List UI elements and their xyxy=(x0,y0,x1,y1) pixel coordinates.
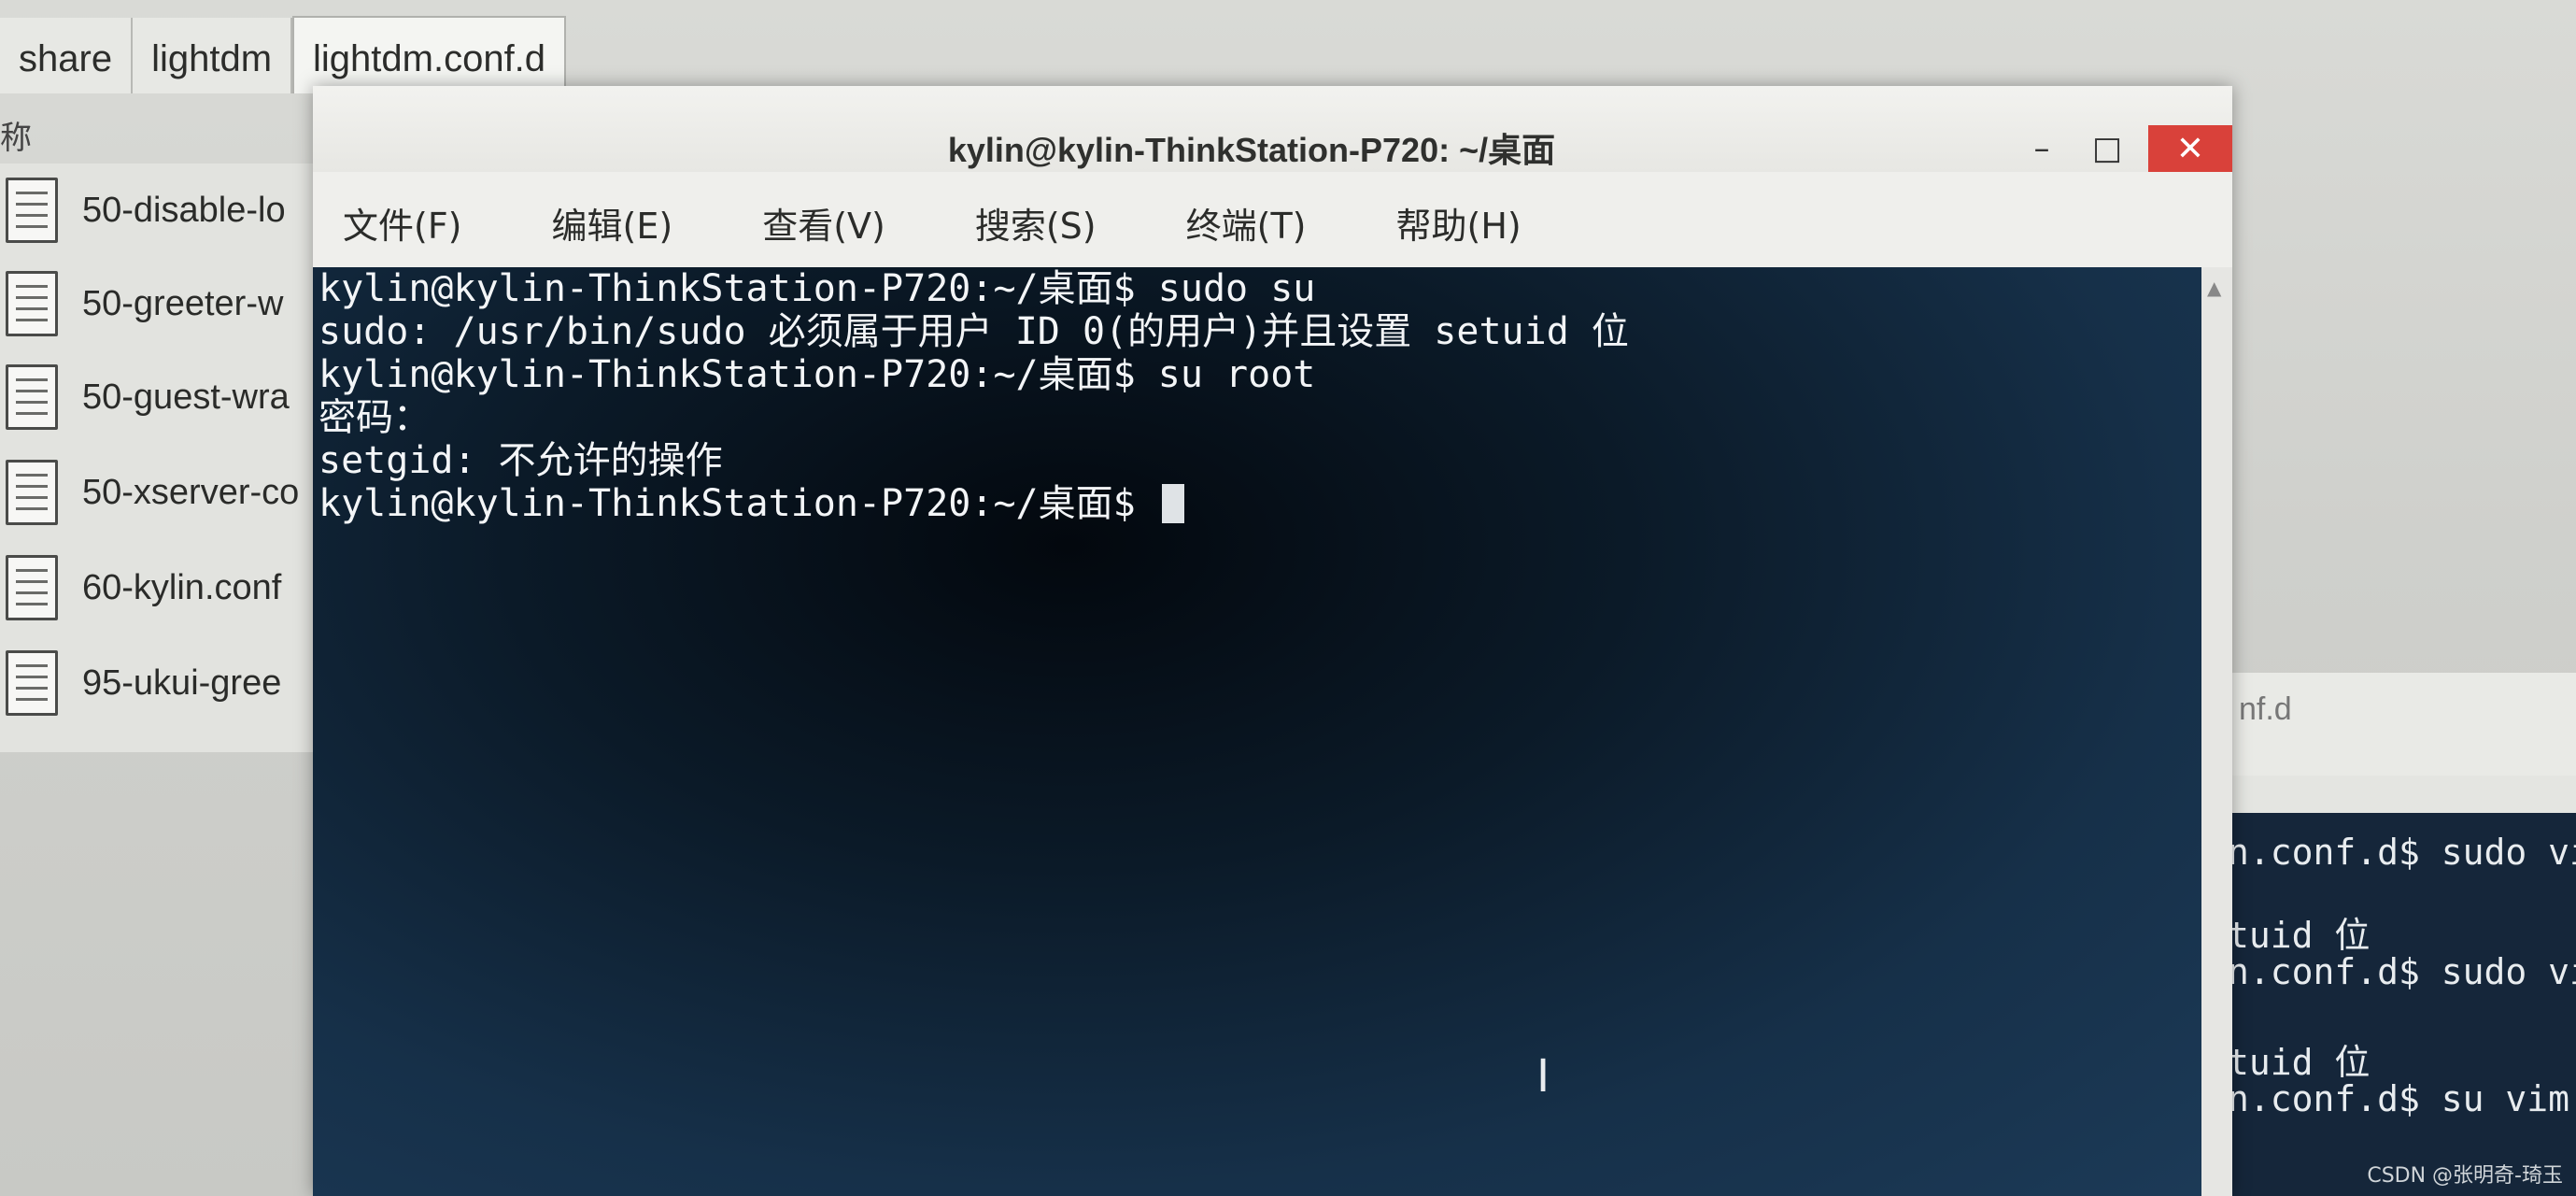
file-item[interactable]: 50-disable-lo xyxy=(0,164,336,257)
menu-edit[interactable]: 编辑(E) xyxy=(552,197,673,249)
terminal-scrollbar[interactable]: ▲ xyxy=(2201,267,2232,1196)
text-file-icon xyxy=(6,271,58,336)
file-item[interactable]: 60-kylin.conf xyxy=(0,541,336,634)
background-terminal-window[interactable]: nf.d n.conf.d$ sudo vim tuid 位 n.conf.d$… xyxy=(2228,673,2576,1196)
menu-help[interactable]: 帮助(H) xyxy=(1396,197,1522,249)
window-title: kylin@kylin-ThinkStation-P720: ~/桌面 xyxy=(947,131,1556,169)
terminal-line: 密码： xyxy=(318,396,431,439)
text-file-icon xyxy=(6,460,58,525)
file-name: 50-greeter-w xyxy=(82,283,284,323)
maximize-button[interactable]: □ xyxy=(2069,125,2145,172)
terminal-line: tuid 位 xyxy=(2228,1042,2371,1083)
breadcrumb-lightdm[interactable]: lightdm xyxy=(133,18,293,93)
terminal-line: tuid 位 xyxy=(2228,915,2371,956)
menu-file[interactable]: 文件(F) xyxy=(343,197,462,249)
terminal-line: kylin@kylin-ThinkStation-P720:~/桌面$ sudo… xyxy=(318,267,1316,310)
text-cursor xyxy=(1161,484,1184,523)
background-terminal-area[interactable]: n.conf.d$ sudo vim tuid 位 n.conf.d$ sudo… xyxy=(2228,813,2576,1196)
file-list: 50-disable-lo 50-greeter-w 50-guest-wra … xyxy=(0,164,336,752)
terminal-line: n.conf.d$ sudo vim xyxy=(2228,832,2576,873)
menu-bar: 文件(F) 编辑(E) 查看(V) 搜索(S) 终端(T) 帮助(H) xyxy=(313,189,2232,256)
file-item[interactable]: 95-ukui-gree xyxy=(0,636,336,730)
window-titlebar[interactable]: kylin@kylin-ThinkStation-P720: ~/桌面 – □ … xyxy=(313,86,2232,172)
file-item[interactable]: 50-guest-wra xyxy=(0,350,336,444)
close-button[interactable]: ✕ xyxy=(2148,125,2232,172)
screen: share lightdm lightdm.conf.d 称 50-disabl… xyxy=(0,0,2576,1196)
background-window-title-text: nf.d xyxy=(2239,691,2292,727)
column-header-name[interactable]: 称 xyxy=(0,112,56,159)
breadcrumb-lightdm-conf-d[interactable]: lightdm.conf.d xyxy=(292,16,567,93)
file-manager-breadcrumbs: share lightdm lightdm.conf.d xyxy=(0,0,2576,93)
terminal-output-area[interactable]: kylin@kylin-ThinkStation-P720:~/桌面$ sudo… xyxy=(313,267,2201,1196)
menu-view[interactable]: 查看(V) xyxy=(762,197,885,249)
text-file-icon xyxy=(6,178,58,243)
breadcrumb-share[interactable]: share xyxy=(0,18,134,93)
background-window-title: nf.d xyxy=(2228,673,2576,776)
terminal-prompt: kylin@kylin-ThinkStation-P720:~/桌面$ xyxy=(318,482,1158,525)
terminal-line: n.conf.d$ sudo vim xyxy=(2228,951,2576,992)
ibeam-cursor-icon: I xyxy=(1536,1050,1550,1103)
menu-search[interactable]: 搜索(S) xyxy=(975,197,1097,249)
menu-terminal[interactable]: 终端(T) xyxy=(1186,197,1307,249)
file-name: 50-xserver-co xyxy=(82,472,300,512)
file-item[interactable]: 50-greeter-w xyxy=(0,257,336,350)
text-file-icon xyxy=(6,364,58,430)
file-name: 50-disable-lo xyxy=(82,190,286,230)
file-name: 50-guest-wra xyxy=(82,377,290,417)
file-item[interactable]: 50-xserver-co xyxy=(0,446,336,539)
scroll-up-arrow-icon[interactable]: ▲ xyxy=(2207,277,2221,299)
text-file-icon xyxy=(6,555,58,620)
text-file-icon xyxy=(6,650,58,716)
watermark: CSDN @张明奇-琦玉 xyxy=(2367,1164,2563,1188)
file-name: 95-ukui-gree xyxy=(82,662,282,703)
terminal-line: kylin@kylin-ThinkStation-P720:~/桌面$ su r… xyxy=(318,353,1316,396)
terminal-line: sudo: /usr/bin/sudo 必须属于用户 ID 0(的用户)并且设置… xyxy=(318,310,1629,353)
terminal-window: kylin@kylin-ThinkStation-P720: ~/桌面 – □ … xyxy=(313,86,2232,1196)
terminal-line: setgid: 不允许的操作 xyxy=(318,439,723,482)
terminal-line: n.conf.d$ su vim 5 xyxy=(2228,1078,2576,1119)
terminal-prompt-line[interactable]: kylin@kylin-ThinkStation-P720:~/桌面$ xyxy=(318,482,1184,525)
file-name: 60-kylin.conf xyxy=(82,567,282,607)
